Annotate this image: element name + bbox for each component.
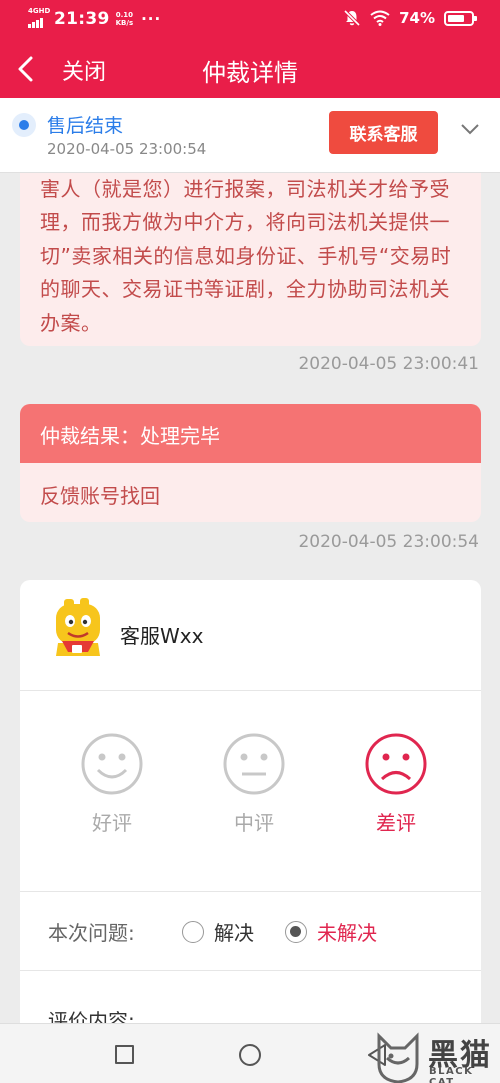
nav-bar: 关闭 仲裁详情 bbox=[0, 40, 500, 98]
status-bar: 4GHD 21:39 0.10 KB/s ··· 74% bbox=[0, 0, 500, 40]
watermark-subtext: BLACK CAT bbox=[429, 1066, 474, 1083]
wifi-icon bbox=[370, 10, 390, 26]
neutral-face-icon[interactable] bbox=[222, 732, 286, 796]
status-dot-icon bbox=[12, 113, 36, 137]
status-time: 2020-04-05 23:00:54 bbox=[47, 140, 207, 158]
page-title: 仲裁详情 bbox=[202, 59, 298, 87]
service-rating-card: 客服Wxx 好评 中评 差评 本次问题: 解决 未解决 评价内容: bbox=[20, 580, 481, 1040]
status-label: 售后结束 bbox=[47, 115, 124, 137]
network-speed: 0.10 KB/s bbox=[116, 11, 133, 27]
agent-avatar bbox=[56, 598, 100, 656]
good-rating-label[interactable]: 好评 bbox=[72, 807, 152, 836]
divider bbox=[20, 891, 481, 892]
after-sale-status-row: 售后结束 2020-04-05 23:00:54 联系客服 bbox=[0, 98, 500, 173]
recent-apps-icon[interactable] bbox=[115, 1045, 134, 1064]
option-unresolved-label: 未解决 bbox=[317, 921, 377, 945]
black-cat-logo-icon bbox=[377, 1032, 419, 1083]
home-icon[interactable] bbox=[239, 1044, 261, 1066]
message-text: 害人（就是您）进行报案，司法机关才给予受理，而我方做为中介方，将向司法机关提供一… bbox=[40, 177, 452, 335]
battery-icon bbox=[444, 10, 477, 26]
clock: 21:39 bbox=[54, 9, 110, 29]
divider bbox=[20, 970, 481, 971]
sad-face-icon[interactable] bbox=[364, 732, 428, 796]
speed-unit: KB/s bbox=[115, 19, 134, 27]
agent-name: 客服Wxx bbox=[120, 624, 204, 648]
option-resolved-label: 解决 bbox=[214, 921, 254, 945]
result-timestamp: 2020-04-05 23:00:54 bbox=[298, 532, 479, 552]
arbitration-result-card: 仲裁结果：处理完毕 反馈账号找回 bbox=[20, 404, 481, 522]
smile-face-icon[interactable] bbox=[80, 732, 144, 796]
message-timestamp: 2020-04-05 23:00:41 bbox=[298, 354, 479, 374]
watermark: 黑猫 BLACK CAT bbox=[373, 1028, 500, 1083]
contact-service-button[interactable]: 联系客服 bbox=[329, 111, 438, 154]
status-bar-right: 74% bbox=[343, 9, 477, 27]
bad-rating-label[interactable]: 差评 bbox=[356, 807, 436, 836]
option-resolved[interactable]: 解决 bbox=[182, 917, 254, 946]
chevron-down-icon[interactable] bbox=[459, 122, 481, 136]
neutral-rating-label[interactable]: 中评 bbox=[214, 807, 294, 836]
mute-bell-icon bbox=[343, 9, 361, 27]
network-type: 4GHD bbox=[28, 7, 51, 15]
result-title: 仲裁结果：处理完毕 bbox=[20, 404, 481, 463]
speed-value: 0.10 bbox=[115, 11, 133, 19]
signal-icon: 4GHD bbox=[28, 7, 51, 29]
option-unresolved[interactable]: 未解决 bbox=[285, 917, 377, 946]
battery-percent: 74% bbox=[399, 9, 435, 27]
result-body: 反馈账号找回 bbox=[40, 484, 160, 508]
message-bubble: 害人（就是您）进行报案，司法机关才给予受理，而我方做为中介方，将向司法机关提供一… bbox=[20, 173, 481, 346]
divider bbox=[20, 690, 481, 691]
more-notifications-icon: ··· bbox=[141, 10, 162, 28]
radio-unchecked-icon[interactable] bbox=[182, 920, 204, 943]
question-label: 本次问题: bbox=[48, 921, 135, 945]
radio-checked-icon[interactable] bbox=[285, 920, 307, 943]
status-bar-left: 4GHD 21:39 0.10 KB/s ··· bbox=[28, 7, 162, 29]
